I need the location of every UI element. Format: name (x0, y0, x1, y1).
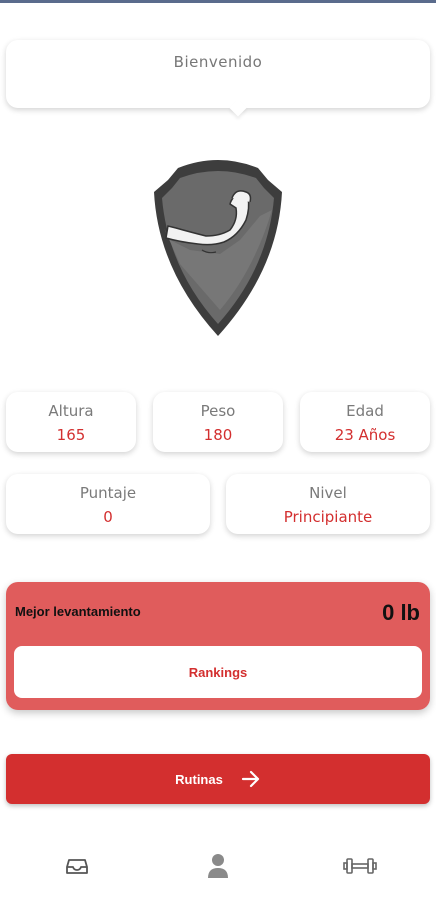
bottom-navigation (0, 840, 436, 896)
welcome-text: Bienvenido (173, 53, 263, 71)
rutinas-button[interactable]: Rutinas (6, 754, 430, 804)
altura-value: 165 (56, 426, 86, 444)
nav-profile[interactable] (198, 852, 238, 884)
stat-card-nivel: Nivel Principiante (226, 474, 430, 534)
top-divider (0, 0, 436, 3)
peso-value: 180 (203, 426, 233, 444)
stat-card-edad: Edad 23 Años (300, 392, 430, 452)
best-lift-value: 0 lb (382, 600, 420, 625)
stat-card-peso: Peso 180 (153, 392, 283, 452)
stat-card-altura: Altura 165 (6, 392, 136, 452)
stat-card-puntaje: Puntaje 0 (6, 474, 210, 534)
puntaje-label: Puntaje (79, 484, 137, 502)
dumbbell-icon (343, 856, 377, 881)
nav-inbox[interactable] (57, 852, 97, 884)
best-lift-label: Mejor levantamiento (15, 604, 141, 619)
peso-label: Peso (200, 402, 236, 420)
nivel-label: Nivel (309, 484, 347, 502)
welcome-bubble: Bienvenido (6, 40, 430, 117)
edad-label: Edad (346, 402, 384, 420)
nav-workouts[interactable] (340, 852, 380, 884)
rankings-button[interactable]: Rankings (14, 646, 422, 698)
puntaje-value: 0 (103, 508, 113, 526)
arrow-right-icon (241, 770, 261, 788)
edad-value: 23 Años (334, 426, 396, 444)
altura-label: Altura (48, 402, 94, 420)
inbox-icon (66, 856, 88, 881)
best-lift-card: Mejor levantamiento 0 lb Rankings (6, 582, 430, 710)
profile-icon (207, 853, 229, 884)
bubble-tail (229, 99, 247, 117)
muscle-shield-icon (150, 150, 286, 340)
nivel-value: Principiante (283, 508, 373, 526)
rutinas-label: Rutinas (175, 771, 223, 787)
